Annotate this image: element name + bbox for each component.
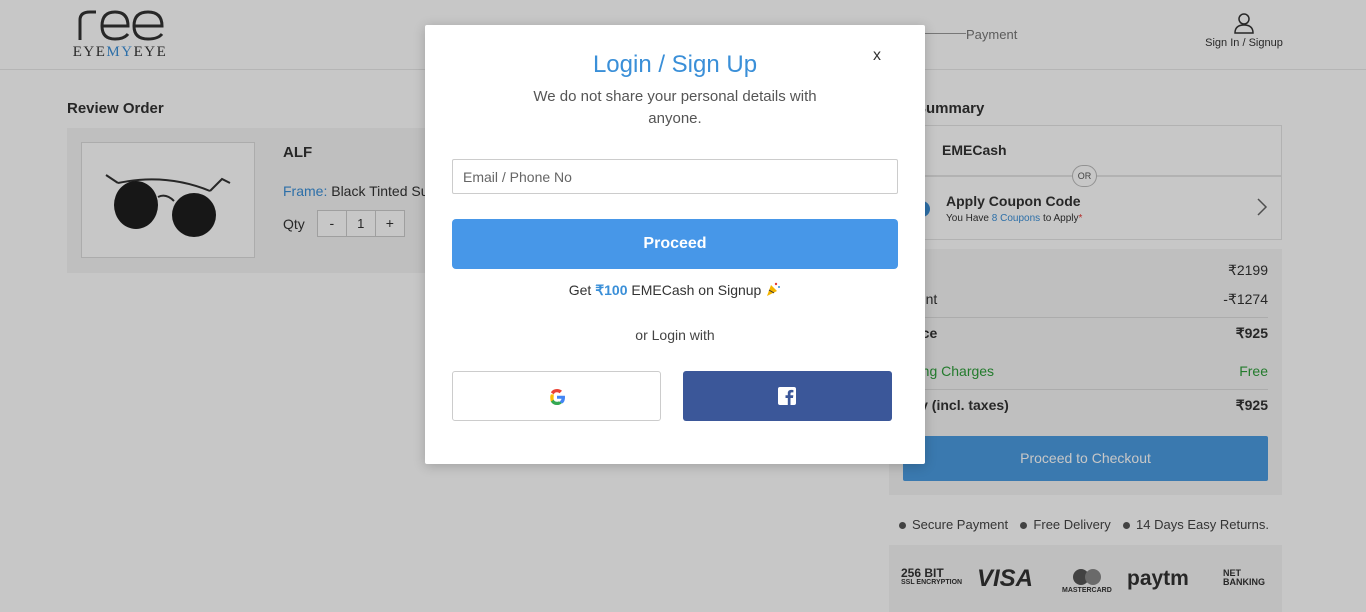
login-signup-modal: x Login / Sign Up We do not share your p… <box>425 25 925 464</box>
modal-title: Login / Sign Up <box>592 51 758 78</box>
google-login-button[interactable] <box>452 371 661 421</box>
or-login-with-label: or Login with <box>635 327 715 343</box>
facebook-icon <box>778 387 796 405</box>
signup-promo-text: Get ₹100 EMECash on Signup <box>425 281 925 299</box>
proceed-button[interactable]: Proceed <box>452 219 898 269</box>
google-icon <box>550 389 565 405</box>
facebook-login-button[interactable] <box>683 371 892 421</box>
modal-subtitle: We do not share your personal details wi… <box>533 88 817 127</box>
party-popper-icon <box>767 282 781 296</box>
promo-amount: ₹100 <box>595 282 628 298</box>
email-phone-input[interactable] <box>452 159 898 194</box>
